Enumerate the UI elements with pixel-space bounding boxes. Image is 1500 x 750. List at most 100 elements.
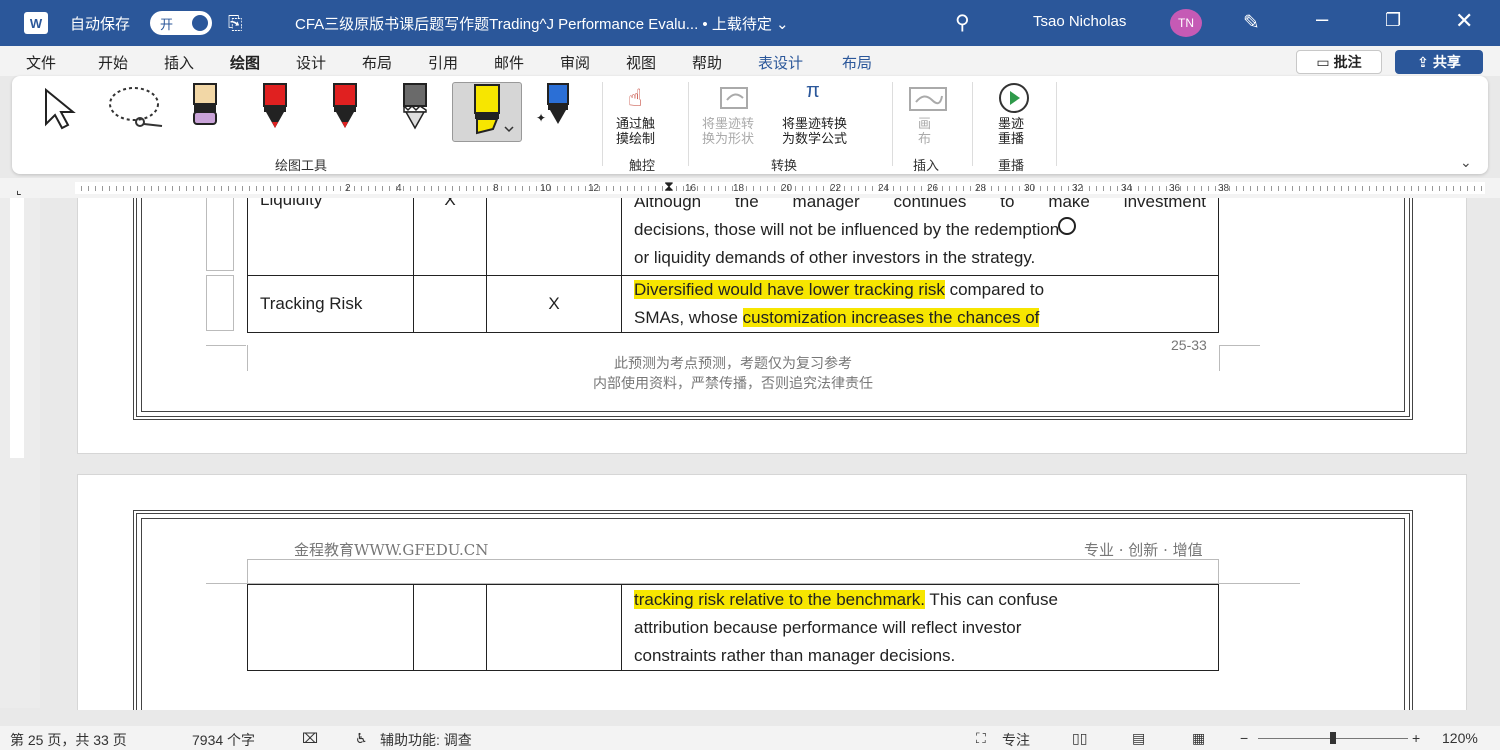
yellow-highlighter-icon bbox=[474, 84, 514, 135]
pen-cursor-icon bbox=[1058, 217, 1076, 235]
pencil-eraser-icon[interactable] bbox=[188, 82, 222, 130]
user-name[interactable]: Tsao Nicholas bbox=[1033, 13, 1126, 30]
ink-to-shape-label-2: 换为形状 bbox=[702, 131, 755, 146]
tab-design[interactable]: 设计 bbox=[296, 52, 326, 73]
lasso-select-icon[interactable] bbox=[104, 84, 170, 132]
tab-stop-icon[interactable]: ⌞ bbox=[16, 183, 22, 197]
pen-icon[interactable]: ✎ bbox=[1243, 10, 1260, 35]
minimize-icon[interactable]: – bbox=[1316, 6, 1328, 32]
crop-mark bbox=[206, 345, 246, 346]
crop-mark bbox=[247, 345, 248, 371]
red-pen-2-icon[interactable] bbox=[328, 82, 362, 132]
tab-table-design[interactable]: 表设计 bbox=[758, 52, 803, 73]
text-line: or liquidity demands of other investors … bbox=[634, 247, 1036, 267]
ruler-number: 4 bbox=[396, 183, 402, 194]
close-icon[interactable]: ✕ bbox=[1455, 8, 1473, 34]
save-icon[interactable]: ⎘ bbox=[228, 13, 242, 34]
tab-insert[interactable]: 插入 bbox=[164, 52, 194, 73]
red-pen-icon[interactable] bbox=[258, 82, 292, 132]
highlighted-text: customization increases the chances of bbox=[742, 308, 1040, 327]
ink-replay-button[interactable]: 墨迹 重播 bbox=[998, 116, 1024, 146]
group-replay-label: 重播 bbox=[998, 158, 1025, 173]
web-layout-icon[interactable]: ▦ bbox=[1192, 730, 1205, 747]
canvas-label-2: 布 bbox=[918, 131, 932, 146]
ruler-number: 16 bbox=[685, 183, 697, 194]
table-margin-cell bbox=[206, 275, 234, 331]
search-icon[interactable]: ⚲ bbox=[955, 10, 970, 35]
horizontal-ruler[interactable]: ⌞ 2 4 8 10 12 16 18 20 22 24 26 28 30 32… bbox=[0, 178, 1500, 198]
autosave-label: 自动保存 bbox=[70, 16, 131, 33]
ribbon-separator bbox=[972, 82, 973, 166]
comment-button[interactable]: ▭ 批注 bbox=[1296, 50, 1382, 74]
zoom-slider-thumb[interactable] bbox=[1330, 732, 1336, 744]
table-text-cell: tracking risk relative to the benchmark.… bbox=[621, 584, 1219, 671]
proofing-icon[interactable]: ⌧ bbox=[302, 730, 318, 747]
ribbon-collapse-icon[interactable]: ⌄ bbox=[1460, 154, 1472, 171]
footer-line-1: 此预测为考点预测，考题仅为复习参考 bbox=[614, 355, 852, 371]
row-label: Tracking Risk bbox=[247, 275, 414, 333]
ruler-number: 30 bbox=[1024, 183, 1036, 194]
ruler-number: 34 bbox=[1121, 183, 1133, 194]
zoom-in-button[interactable]: + bbox=[1412, 730, 1420, 746]
accessibility-status[interactable]: 辅助功能: 调查 bbox=[380, 730, 472, 750]
focus-mode[interactable]: 专注 bbox=[1002, 730, 1030, 750]
autosave-toggle[interactable]: 开 bbox=[150, 11, 212, 35]
select-arrow-icon[interactable] bbox=[40, 86, 86, 130]
tab-file[interactable]: 文件 bbox=[26, 52, 56, 73]
tab-review[interactable]: 审阅 bbox=[560, 52, 590, 73]
header-left: 金程教育WWW.GFEDU.CN bbox=[294, 541, 489, 559]
zoom-out-button[interactable]: − bbox=[1240, 730, 1248, 746]
table-row: tracking risk relative to the benchmark.… bbox=[247, 584, 1219, 671]
vertical-ruler[interactable] bbox=[0, 198, 40, 708]
highlighted-text: tracking risk relative to the benchmark. bbox=[634, 589, 926, 609]
ruler-number: 28 bbox=[975, 183, 987, 194]
ruler-number: 18 bbox=[733, 183, 745, 194]
ink-to-math-button[interactable]: 将墨迹转换 为数学公式 bbox=[782, 116, 847, 146]
tab-references[interactable]: 引用 bbox=[428, 52, 458, 73]
print-layout-icon[interactable]: ▤ bbox=[1132, 730, 1145, 747]
tab-table-layout[interactable]: 布局 bbox=[842, 52, 872, 73]
footer-line-2: 内部使用资料，严禁传播，否则追究法律责任 bbox=[593, 375, 873, 391]
table-cell bbox=[486, 198, 622, 276]
tab-layout[interactable]: 布局 bbox=[362, 52, 392, 73]
touch-draw-button[interactable]: 通过触 摸绘制 bbox=[616, 116, 655, 146]
ink-to-math-icon: π bbox=[806, 80, 820, 102]
table-margin-cell bbox=[206, 198, 234, 271]
ink-to-math-label-2: 为数学公式 bbox=[782, 131, 848, 146]
ribbon-separator bbox=[892, 82, 893, 166]
pencil-gray-icon[interactable] bbox=[398, 82, 432, 132]
canvas-label-1: 画 bbox=[918, 116, 932, 131]
maximize-icon[interactable]: ❐ bbox=[1385, 10, 1401, 31]
zoom-level[interactable]: 120% bbox=[1442, 730, 1478, 746]
canvas-button[interactable]: 画布 bbox=[918, 116, 931, 146]
page-count[interactable]: 第 25 页，共 33 页 bbox=[10, 730, 127, 750]
text-line: decisions, those will not be influenced … bbox=[634, 219, 1060, 239]
footer-notice: 此预测为考点预测，考题仅为复习参考 内部使用资料，严禁传播，否则追究法律责任 bbox=[483, 353, 983, 393]
highlighter-selected[interactable] bbox=[452, 82, 522, 142]
menu-bar: 文件 开始 插入 绘图 设计 布局 引用 邮件 审阅 视图 帮助 表设计 布局 … bbox=[0, 46, 1500, 79]
document-title[interactable]: CFA三级原版书课后题写作题Trading^J Performance Eval… bbox=[295, 13, 789, 34]
tab-home[interactable]: 开始 bbox=[98, 52, 128, 73]
blue-sparkle-pen-icon[interactable]: ✦ bbox=[534, 82, 574, 132]
header-right: 专业 · 创新 · 增值 bbox=[1084, 541, 1203, 559]
tab-draw[interactable]: 绘图 bbox=[230, 52, 261, 79]
ink-to-shape-label-1: 将墨迹转 bbox=[702, 116, 755, 131]
ink-to-shape-button[interactable]: 将墨迹转 换为形状 bbox=[702, 116, 754, 146]
ruler-track bbox=[75, 182, 1485, 194]
read-mode-icon[interactable]: ▯▯ bbox=[1072, 730, 1087, 747]
document-canvas[interactable]: Liquidity X Although the manager continu… bbox=[40, 198, 1500, 710]
share-button[interactable]: ⇪ 共享 bbox=[1395, 50, 1483, 74]
indent-marker-icon[interactable]: ⧗ bbox=[664, 178, 674, 195]
tab-help[interactable]: 帮助 bbox=[692, 52, 722, 73]
ribbon-separator bbox=[1056, 82, 1057, 166]
ruler-number: 10 bbox=[540, 183, 552, 194]
touch-draw-icon[interactable]: ☝ bbox=[628, 84, 643, 113]
table-text-cell: Although the manager continues to make i… bbox=[621, 198, 1219, 276]
page-25: Liquidity X Although the manager continu… bbox=[77, 198, 1467, 454]
status-bar: 第 25 页，共 33 页 7934 个字 ⌧ ♿ 辅助功能: 调查 ⛶ 专注 … bbox=[0, 726, 1500, 750]
tab-view[interactable]: 视图 bbox=[626, 52, 656, 73]
avatar[interactable]: TN bbox=[1170, 9, 1202, 37]
tab-mailings[interactable]: 邮件 bbox=[494, 52, 524, 73]
text-run: This can confuse bbox=[925, 589, 1058, 609]
word-count[interactable]: 7934 个字 bbox=[192, 730, 255, 750]
